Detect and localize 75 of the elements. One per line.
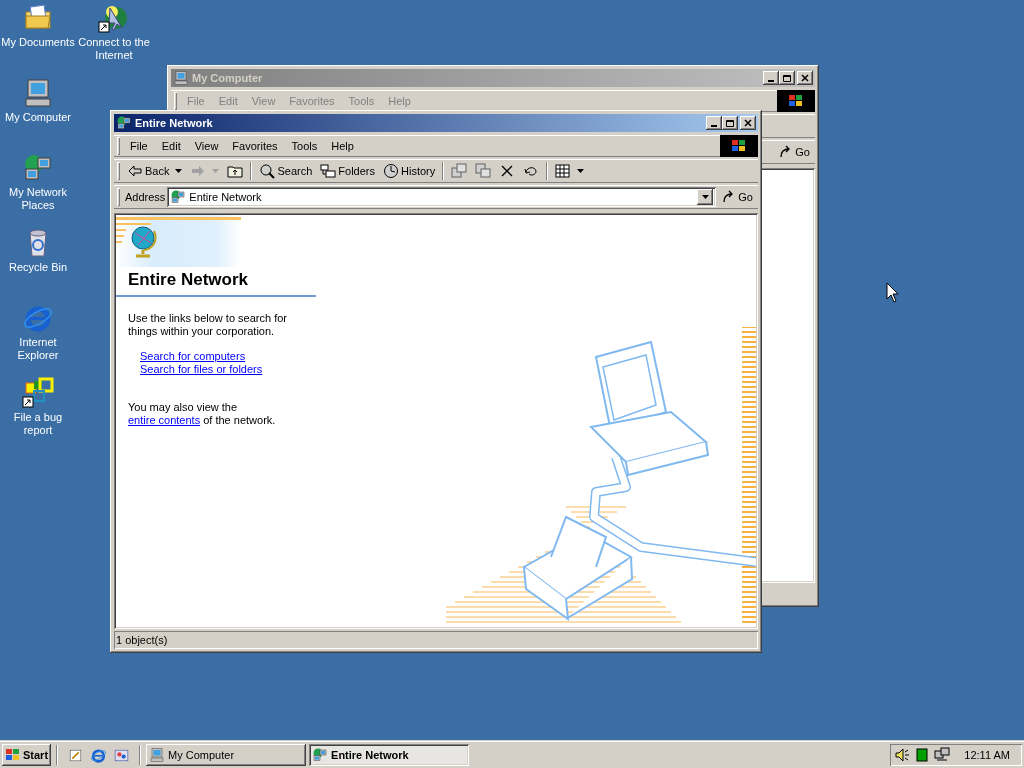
page-heading: Entire Network — [116, 267, 316, 297]
menu-item[interactable]: Help — [324, 137, 361, 155]
forward-arrow-icon — [190, 163, 207, 179]
minimize-button[interactable] — [706, 116, 722, 130]
close-icon — [800, 73, 810, 83]
address-field[interactable]: Entire Network — [167, 187, 717, 207]
start-button[interactable]: Start — [2, 744, 52, 766]
windows-flag-icon — [5, 748, 21, 762]
minimize-icon — [768, 80, 774, 82]
menu-item[interactable]: View — [187, 137, 226, 155]
taskbar-button[interactable]: My Computer — [146, 744, 307, 766]
desktop-icon-label[interactable]: File a bug report — [1, 411, 75, 437]
maximize-button[interactable] — [779, 71, 795, 85]
network-icon — [170, 189, 187, 205]
up-folder-icon — [227, 163, 244, 179]
intro-text: Use the links below to search for things within your corporation. — [127, 311, 288, 338]
view-contents-text: You may also view the entire contents of the network. — [127, 400, 277, 427]
menu-item[interactable]: Favorites — [225, 137, 285, 155]
desktop-icon-label[interactable]: My Computer — [1, 111, 75, 124]
search-link[interactable]: Search for computers — [140, 349, 246, 363]
globe-icon — [130, 225, 158, 259]
search-icon — [259, 163, 276, 179]
dropdown-button[interactable] — [697, 189, 714, 205]
maximize-button[interactable] — [722, 116, 738, 130]
caret-icon — [701, 195, 709, 199]
clock-icon — [383, 163, 399, 179]
grid-view-icon — [555, 163, 572, 179]
folders-button[interactable]: Folders — [316, 160, 379, 182]
minimize-button[interactable] — [763, 71, 779, 85]
back-button[interactable]: Back — [123, 160, 187, 182]
history-button[interactable]: History — [379, 160, 440, 182]
speaker-icon[interactable] — [894, 747, 910, 763]
close-button[interactable] — [740, 116, 756, 130]
menu-item[interactable]: File — [123, 137, 155, 155]
clock: 12:11 AM — [964, 747, 1011, 763]
network-icon — [312, 747, 329, 763]
go-button[interactable]: Go — [716, 187, 758, 207]
menu-item[interactable]: Tools — [284, 137, 325, 155]
network-icon — [116, 115, 132, 131]
caret-icon — [175, 169, 183, 173]
computer-icon — [173, 70, 189, 86]
mouse-cursor-icon — [886, 282, 899, 303]
maximize-icon — [782, 73, 792, 83]
minimize-icon — [711, 125, 717, 127]
windows-logo — [720, 135, 758, 157]
caret-icon — [577, 169, 585, 173]
browser-icon — [90, 746, 108, 764]
back-arrow-icon — [127, 163, 143, 179]
taskbar-button[interactable]: Entire Network — [309, 744, 470, 766]
copy-to-icon — [475, 163, 492, 179]
close-icon — [743, 118, 753, 128]
desktop-icon-label[interactable]: My Network Places — [1, 186, 75, 212]
status-bar: 1 object(s) — [114, 631, 758, 649]
desktop-icon-label[interactable]: Recycle Bin — [1, 261, 75, 274]
desktop-icon-label[interactable]: Internet Explorer — [1, 336, 75, 362]
windows-logo — [777, 90, 815, 112]
window-title: Entire Network — [135, 115, 214, 131]
menu-item[interactable]: Edit — [154, 137, 188, 155]
quick-launch-button[interactable] — [90, 746, 108, 764]
status-indicator-icon[interactable] — [914, 747, 930, 763]
address-label: Address — [124, 189, 167, 205]
desktop-icon-label[interactable]: Connect to the Internet — [77, 36, 151, 62]
close-button[interactable] — [797, 71, 813, 85]
search-button[interactable]: Search — [255, 160, 317, 182]
move-to-icon — [451, 163, 468, 179]
folders-icon — [320, 163, 337, 179]
search-link[interactable]: Search for files or folders — [140, 362, 263, 376]
desktop-icon-label[interactable]: My Documents — [1, 36, 75, 49]
caret-icon — [212, 169, 220, 173]
entire-contents-link[interactable]: entire contents — [128, 413, 201, 426]
go-button[interactable]: Go — [773, 142, 815, 162]
network-computers-icon[interactable] — [934, 747, 950, 763]
computer-icon — [149, 747, 166, 763]
window-title: My Computer — [192, 70, 264, 86]
maximize-icon — [725, 118, 735, 128]
